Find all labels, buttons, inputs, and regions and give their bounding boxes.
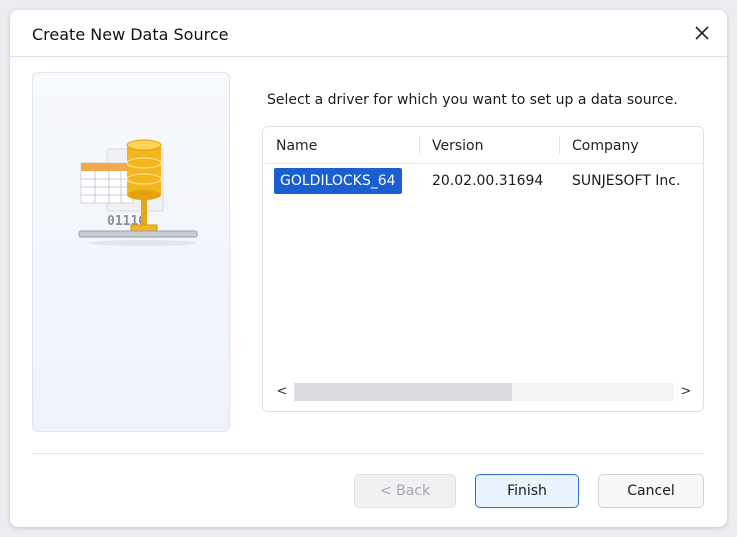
column-header-version[interactable]: Version	[419, 127, 559, 163]
scroll-right-button[interactable]: >	[676, 381, 696, 403]
driver-name-cell[interactable]: GOLDILOCKS_64	[274, 168, 402, 194]
column-header-name[interactable]: Name	[263, 127, 419, 163]
title-bar: Create New Data Source	[10, 10, 727, 57]
list-header: Name Version Company	[263, 127, 703, 164]
scrollbar-thumb[interactable]	[294, 383, 512, 401]
create-data-source-dialog: Create New Data Source 01110 Select a dr…	[10, 10, 727, 527]
scroll-left-button[interactable]: <	[272, 381, 292, 403]
instruction-text: Select a driver for which you want to se…	[267, 92, 678, 108]
database-network-icon: 01110	[78, 139, 198, 246]
horizontal-scrollbar[interactable]: < >	[272, 381, 696, 403]
list-item[interactable]: GOLDILOCKS_64 20.02.00.31694 SUNJESOFT I…	[263, 167, 703, 195]
driver-version-cell: 20.02.00.31694	[432, 173, 544, 189]
close-icon	[695, 26, 709, 40]
footer-divider	[32, 453, 704, 454]
dialog-title: Create New Data Source	[32, 25, 229, 44]
chevron-left-icon: <	[276, 384, 288, 399]
chevron-right-icon: >	[680, 384, 692, 399]
wizard-illustration-panel: 01110	[32, 72, 230, 432]
close-button[interactable]	[691, 22, 713, 44]
column-header-company[interactable]: Company	[559, 127, 703, 163]
driver-list[interactable]: Name Version Company GOLDILOCKS_64 20.02…	[262, 126, 704, 412]
back-button[interactable]: < Back	[354, 474, 456, 508]
driver-company-cell: SUNJESOFT Inc.	[572, 173, 681, 189]
finish-button[interactable]: Finish	[475, 474, 579, 508]
cancel-button[interactable]: Cancel	[598, 474, 704, 508]
